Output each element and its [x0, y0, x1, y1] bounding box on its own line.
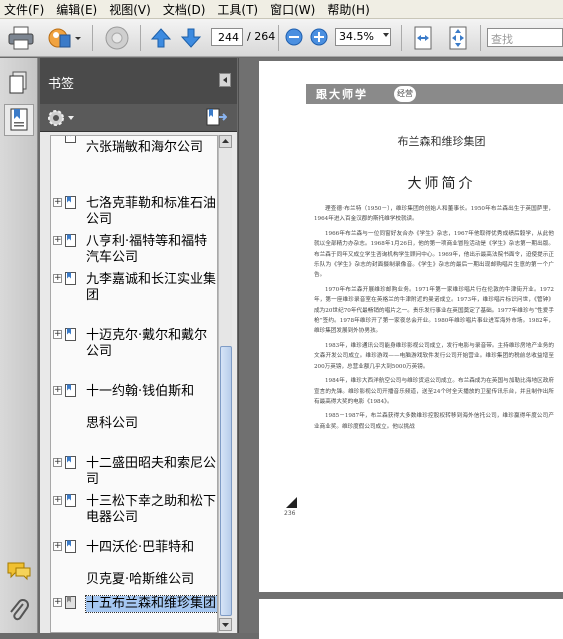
- bookmark-item-selected[interactable]: + 十五布兰森和维珍集团: [51, 594, 217, 630]
- menu-window[interactable]: 窗口(W): [270, 1, 315, 18]
- bookmark-item[interactable]: 思科公司: [51, 414, 217, 434]
- scroll-up-icon[interactable]: [219, 135, 232, 148]
- zoom-level-select[interactable]: 34.5%: [335, 28, 391, 46]
- body-paragraph: 1984年，维珍大西洋航空公司与维珍货运公司成立。布兰森成为在英国与加勒比海地区…: [314, 378, 554, 405]
- menu-help[interactable]: 帮助(H): [327, 1, 369, 18]
- expand-bookmark-icon[interactable]: [205, 107, 227, 127]
- expand-toggle[interactable]: +: [53, 198, 62, 207]
- chevron-down-icon[interactable]: [383, 33, 389, 37]
- expand-toggle[interactable]: +: [53, 386, 62, 395]
- bookmark-icon: [65, 494, 76, 507]
- previous-page-icon[interactable]: [150, 27, 172, 49]
- expand-toggle[interactable]: +: [53, 496, 62, 505]
- body-paragraph: 1983年，维珍通讯公司能身维珍影视公司成立，发行电影与录音带。主持维珍房地产业…: [314, 342, 554, 370]
- expand-toggle[interactable]: +: [53, 236, 62, 245]
- bookmark-item[interactable]: + 十三松下幸之助和松下电器公司: [51, 492, 217, 528]
- snapshot-icon[interactable]: [103, 25, 131, 51]
- bookmark-icon: [65, 456, 76, 469]
- body-paragraph: 1970年布兰森开展维珍邮购业务。1971年第一家维珍唱片行在伦敦的牛津街开业。…: [314, 286, 554, 335]
- bookmark-item[interactable]: + 十一约翰·钱伯斯和: [51, 382, 217, 402]
- document-view[interactable]: 跟大师学 经营 布兰森和维珍集团 大师简介 理查德·布兰特（1950－），维珍集…: [238, 58, 563, 639]
- bookmark-icon: [65, 540, 76, 553]
- search-input[interactable]: 查找: [487, 28, 563, 47]
- menu-tools[interactable]: 工具(T): [217, 1, 258, 18]
- next-document-page: [259, 599, 563, 639]
- fit-width-icon[interactable]: [412, 26, 434, 50]
- menu-bar: 文件(F) 编辑(E) 视图(V) 文档(D) 工具(T) 窗口(W) 帮助(H…: [0, 0, 563, 19]
- pages-panel-icon[interactable]: [4, 68, 34, 100]
- expand-toggle[interactable]: +: [53, 542, 62, 551]
- expand-toggle[interactable]: +: [53, 330, 62, 339]
- bookmark-icon: [65, 596, 76, 609]
- collaborate-icon[interactable]: [48, 25, 82, 51]
- body-paragraph: 1985－1987年，布兰森获得大多数维珍控股权转移到海外信托公司，维珍赢得年度…: [314, 413, 554, 430]
- bookmark-item[interactable]: + 十迈克尔·戴尔和戴尔公司: [51, 326, 217, 362]
- bookmark-icon: [65, 272, 76, 285]
- bookmark-icon: [65, 328, 76, 341]
- collapse-panel-icon[interactable]: [219, 73, 231, 87]
- scrollbar-thumb[interactable]: [220, 346, 232, 616]
- next-page-icon[interactable]: [180, 27, 202, 49]
- zoom-in-icon[interactable]: [310, 28, 328, 46]
- bookmark-icon: [65, 384, 76, 397]
- bookmark-icon: [65, 196, 76, 209]
- scroll-down-icon[interactable]: [219, 618, 232, 631]
- bookmark-item[interactable]: + 十四沃伦·巴菲特和: [51, 538, 217, 558]
- page-header-bar: 跟大师学 经营: [306, 84, 563, 104]
- expand-toggle[interactable]: +: [53, 274, 62, 283]
- page-heading: 大师简介: [407, 176, 476, 192]
- comments-icon[interactable]: [6, 560, 32, 582]
- bookmark-item[interactable]: + 十二盛田昭夫和索尼公司: [51, 454, 217, 490]
- page-header-text: 跟大师学: [316, 88, 368, 101]
- bookmark-item[interactable]: + 九李嘉诚和长江实业集团: [51, 270, 217, 306]
- toolbar: / 264 34.5% 查找: [0, 19, 563, 57]
- section-title: 布兰森和维珍集团: [397, 135, 486, 148]
- expand-toggle[interactable]: +: [53, 458, 62, 467]
- bookmark-item[interactable]: 贝克夏·哈斯维公司: [51, 570, 217, 590]
- bookmarks-panel: 书签 六张瑞敏和海尔公司 + 七洛克菲勒和标准石油公司 + 八亨利·福特等和福特…: [40, 58, 237, 633]
- bookmarks-panel-title: 书签: [40, 58, 237, 104]
- attachments-icon[interactable]: [8, 598, 30, 624]
- bookmarks-panel-icon[interactable]: [4, 104, 34, 136]
- document-page: 跟大师学 经营 布兰森和维珍集团 大师简介 理查德·布兰特（1950－），维珍集…: [259, 61, 563, 592]
- bookmark-icon: [65, 234, 76, 247]
- bookmark-item[interactable]: + 八亨利·福特等和福特汽车公司: [51, 232, 217, 268]
- bookmarks-toolbar: [40, 104, 237, 132]
- expand-toggle[interactable]: +: [53, 598, 62, 607]
- menu-edit[interactable]: 编辑(E): [56, 1, 97, 18]
- page-number: 236: [284, 510, 296, 517]
- body-paragraph: 1966年布兰森与一位同窗好友合办《学生》杂志，1967年他取得优秀成绩后毅学，…: [314, 230, 554, 279]
- print-icon[interactable]: [8, 26, 34, 50]
- bookmarks-scrollbar[interactable]: [218, 135, 232, 633]
- page-corner-marker: [286, 497, 297, 508]
- menu-document[interactable]: 文档(D): [163, 1, 206, 18]
- options-gear-icon[interactable]: [46, 108, 76, 128]
- bookmark-icon: [65, 136, 76, 143]
- body-paragraph: 理查德·布兰特（1950－），维珍集团的创始人和董事长。1950年布兰森出生于英…: [314, 206, 554, 223]
- page-header-badge: 经营: [394, 86, 416, 102]
- page-total: / 264: [247, 30, 276, 43]
- page-number-input[interactable]: [211, 28, 243, 46]
- menu-view[interactable]: 视图(V): [109, 1, 151, 18]
- fit-page-icon[interactable]: [447, 26, 469, 50]
- bookmarks-list: 六张瑞敏和海尔公司 + 七洛克菲勒和标准石油公司 + 八亨利·福特等和福特汽车公…: [50, 135, 218, 633]
- menu-file[interactable]: 文件(F): [4, 1, 44, 18]
- bookmark-item[interactable]: 六张瑞敏和海尔公司: [51, 136, 217, 171]
- zoom-out-icon[interactable]: [285, 28, 303, 46]
- bookmark-item[interactable]: + 七洛克菲勒和标准石油公司: [51, 194, 217, 230]
- page-body: 理查德·布兰特（1950－），维珍集团的创始人和董事长。1950年布兰森出生于英…: [314, 204, 554, 436]
- navigation-strip: [0, 58, 38, 633]
